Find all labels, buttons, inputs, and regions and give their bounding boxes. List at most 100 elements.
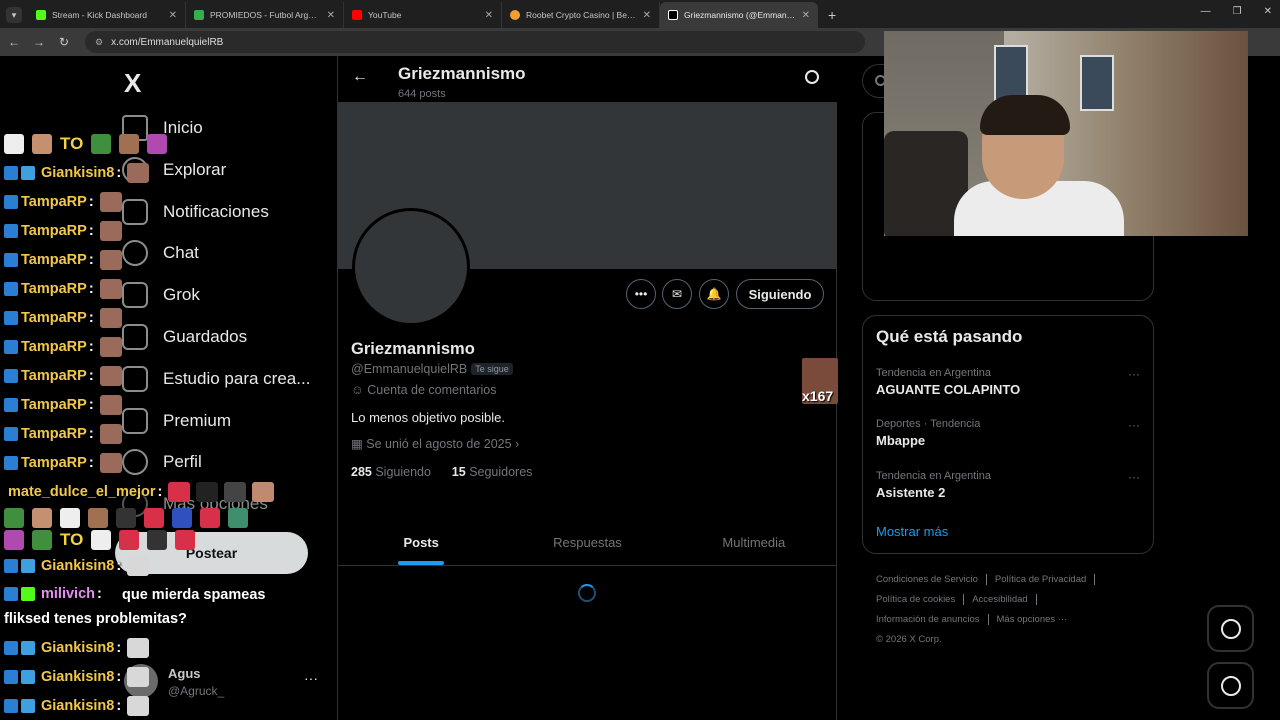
profile-handle: @EmmanuelquielRB	[351, 362, 468, 376]
tab-title: Stream - Kick Dashboard	[52, 10, 147, 20]
footer-link[interactable]: Más opciones ···	[997, 614, 1068, 625]
footer-link[interactable]: Accesibilidad	[972, 594, 1027, 605]
nav-guardados[interactable]: Guardados	[122, 318, 247, 356]
x-logo-icon[interactable]: X	[124, 68, 141, 99]
x-favicon-icon	[668, 10, 678, 20]
kick-favicon-icon	[36, 10, 46, 20]
account-switcher[interactable]: Agus @Agruck_ ···	[124, 662, 324, 702]
back-arrow-icon[interactable]: ←	[352, 68, 368, 86]
message-button[interactable]: ✉	[662, 279, 692, 309]
trend-item[interactable]: Tendencia en Argentina Asistente 2 ···	[876, 470, 1142, 500]
trend-item[interactable]: Tendencia en Argentina AGUANTE COLAPINTO…	[876, 367, 1142, 397]
poster-image	[1080, 55, 1114, 111]
followers-label: Seguidores	[469, 465, 533, 479]
browser-tabbar: ▾ Stream - Kick Dashboard ✕ PROMIEDOS - F…	[0, 0, 1280, 28]
site-info-icon[interactable]: ⚙	[95, 37, 103, 48]
back-icon[interactable]: ←	[3, 35, 25, 49]
reload-icon[interactable]: ↻	[53, 35, 75, 49]
post-button[interactable]: Postear	[115, 532, 308, 574]
minimize-icon[interactable]: —	[1201, 6, 1211, 17]
url-text: x.com/EmmanuelquielRB	[111, 36, 224, 48]
close-tab-icon[interactable]: ✕	[169, 10, 177, 21]
close-tab-icon[interactable]: ✕	[802, 10, 810, 21]
close-tab-icon[interactable]: ✕	[485, 10, 493, 21]
forward-icon[interactable]: →	[28, 35, 50, 49]
grok-fab-button[interactable]	[1207, 605, 1254, 652]
grok-icon	[122, 282, 148, 308]
footer-link[interactable]: Política de Privacidad	[995, 574, 1086, 585]
profile-avatar[interactable]	[352, 208, 470, 326]
nav-grok[interactable]: Grok	[122, 276, 200, 314]
tab-respuestas[interactable]: Respuestas	[504, 522, 670, 565]
trends-title: Qué está pasando	[876, 327, 1023, 346]
following-button[interactable]: Siguiendo	[736, 279, 824, 309]
trend-item[interactable]: Deportes · Tendencia Mbappe ···	[876, 418, 1142, 448]
browser-tab[interactable]: Stream - Kick Dashboard ✕	[28, 2, 186, 28]
nav-premium[interactable]: Premium	[122, 402, 231, 440]
profile-category: ☺ Cuenta de comentarios	[351, 383, 497, 397]
profile-icon	[122, 449, 148, 475]
footer-link[interactable]: Política de cookies	[876, 594, 955, 605]
new-tab-icon[interactable]: +	[828, 7, 836, 23]
nav-label: Perfil	[163, 452, 202, 471]
browser-tab[interactable]: PROMIEDOS - Futbol Argentino ✕	[186, 2, 344, 28]
close-tab-icon[interactable]: ✕	[327, 10, 335, 21]
profile-tabs: Posts Respuestas Multimedia	[338, 522, 837, 566]
browser-tab-active[interactable]: Griezmannismo (@Emmanuelq ✕	[660, 2, 818, 28]
profile-joined[interactable]: ▦ Se unió el agosto de 2025 ›	[351, 436, 519, 451]
nav-notificaciones[interactable]: Notificaciones	[122, 193, 269, 231]
browser-tab[interactable]: Roobet Crypto Casino | Best Bitc ✕	[502, 2, 660, 28]
following-link[interactable]: 285 Siguiendo	[351, 465, 431, 479]
tab-search-icon[interactable]: ▾	[6, 7, 22, 23]
footer-link[interactable]: Información de anuncios	[876, 614, 980, 625]
nav-label: Grok	[163, 285, 200, 304]
studio-icon	[122, 366, 148, 392]
streamer-webcam	[884, 31, 1248, 236]
more-dots-icon[interactable]: ···	[1128, 418, 1140, 432]
trend-name: Asistente 2	[876, 485, 946, 500]
tab-posts[interactable]: Posts	[338, 522, 504, 565]
nav-mas-opciones[interactable]: Más opciones	[122, 485, 268, 523]
followers-count: 15	[451, 465, 466, 479]
notify-button[interactable]: 🔔	[699, 279, 729, 309]
more-dots-icon[interactable]: ···	[304, 670, 318, 686]
nav-explorar[interactable]: Explorar	[122, 151, 226, 189]
show-more-link[interactable]: Mostrar más	[876, 524, 948, 539]
more-dots-icon: •••	[634, 287, 648, 301]
account-name: Agus	[168, 666, 201, 681]
restore-icon[interactable]: ❐	[1233, 6, 1242, 17]
tab-multimedia[interactable]: Multimedia	[671, 522, 837, 565]
nav-label: Premium	[163, 411, 232, 430]
tab-title: Griezmannismo (@Emmanuelq	[684, 10, 796, 20]
home-icon	[122, 115, 148, 141]
browser-tab[interactable]: YouTube ✕	[344, 2, 502, 28]
close-window-icon[interactable]: ✕	[1264, 6, 1272, 17]
footer-link[interactable]: Condiciones de Servicio	[876, 574, 978, 585]
search-icon	[122, 157, 148, 183]
more-options-button[interactable]: •••	[626, 279, 656, 309]
more-dots-icon[interactable]: ···	[1128, 470, 1140, 484]
bell-icon	[122, 199, 148, 225]
following-label: Siguiendo	[375, 465, 431, 479]
nav-chat[interactable]: Chat	[122, 234, 199, 272]
tab-title: PROMIEDOS - Futbol Argentino	[210, 10, 321, 20]
profile-stats: 285 Siguiendo 15 Seguidores	[351, 465, 532, 479]
nav-inicio[interactable]: Inicio	[122, 109, 203, 147]
url-input[interactable]: ⚙ x.com/EmmanuelquielRB	[85, 31, 865, 53]
nav-estudio[interactable]: Estudio para crea...	[122, 360, 310, 398]
copyright: © 2026 X Corp.	[876, 634, 942, 645]
followers-link[interactable]: 15 Seguidores	[452, 465, 533, 479]
trend-meta: Deportes · Tendencia	[876, 418, 981, 430]
avatar	[124, 664, 158, 698]
close-tab-icon[interactable]: ✕	[643, 10, 651, 21]
account-handle: @Agruck_	[168, 684, 225, 698]
more-dots-icon[interactable]: ···	[1128, 367, 1140, 381]
messages-fab-button[interactable]	[1207, 662, 1254, 709]
nav-label: Chat	[163, 243, 199, 262]
nav-perfil[interactable]: Perfil	[122, 443, 202, 481]
poster-image	[994, 45, 1028, 101]
search-icon[interactable]	[805, 70, 819, 84]
tab-title: Roobet Crypto Casino | Best Bitc	[526, 10, 637, 20]
profile-header-bar: ← Griezmannismo 644 posts	[338, 56, 837, 102]
nav-label: Notificaciones	[163, 202, 269, 221]
